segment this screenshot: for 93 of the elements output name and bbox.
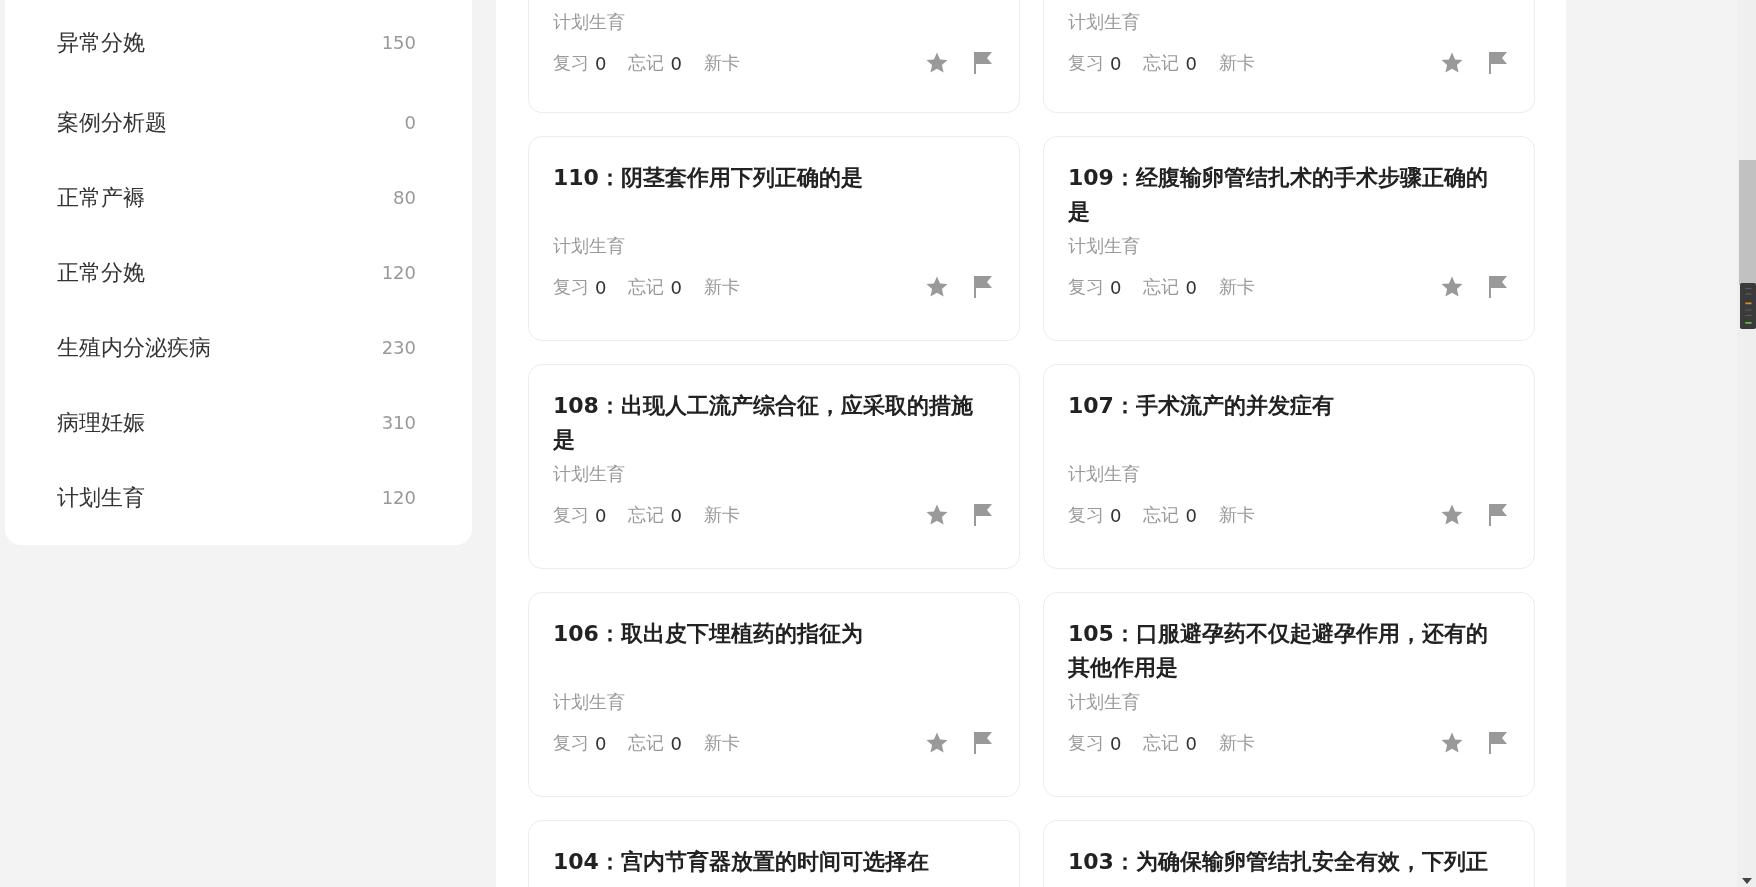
question-card[interactable]: 106：取出皮下埋植药的指征为 计划生育 复习 0 忘记 0 新卡 [528,592,1020,797]
meter-widget-icon[interactable] [1740,280,1756,332]
scroll-down-icon[interactable] [1742,878,1752,884]
stat-count: 0 [1185,732,1197,754]
stat-label: 新卡 [1218,731,1255,755]
stat-label: 新卡 [703,503,740,527]
stat-label: 复习 [553,51,589,75]
category-item[interactable]: 案例分析题 0 [57,85,416,160]
stat-count: 0 [1110,732,1122,754]
flag-icon[interactable] [971,275,995,299]
stat-label: 新卡 [703,275,740,299]
stat-label: 新卡 [703,51,740,75]
question-card[interactable]: 108：出现人工流产综合征，应采取的措施是 计划生育 复习 0 忘记 0 新卡 [528,364,1020,569]
stat-label: 忘记 [1143,51,1180,75]
stat-label: 新卡 [1218,275,1255,299]
question-subject: 计划生育 [553,462,625,486]
question-subject: 计划生育 [1068,690,1140,714]
stat-count: 0 [1185,52,1197,74]
stat-count: 0 [670,732,682,754]
stat-label: 复习 [553,731,589,755]
stat-label: 复习 [1068,731,1104,755]
stat-label: 复习 [1068,51,1104,75]
stat-label: 新卡 [1218,503,1255,527]
star-icon[interactable] [1440,51,1464,75]
stat-label: 复习 [1068,275,1104,299]
stat-count: 0 [670,52,682,74]
question-subject: 计划生育 [1068,234,1140,258]
question-card[interactable]: 105：口服避孕药不仅起避孕作用，还有的其他作用是 计划生育 复习 0 忘记 0 新卡 [1043,592,1535,797]
stat-label: 新卡 [703,731,740,755]
question-card[interactable]: 104：宫内节育器放置的时间可选择在 [528,820,1020,887]
star-icon[interactable] [925,275,949,299]
scrollbar-thumb[interactable] [1739,160,1756,285]
question-card[interactable]: 计划生育 复习 0 忘记 0 新卡 [528,0,1020,113]
flag-icon[interactable] [1486,275,1510,299]
category-item[interactable]: 病理妊娠 310 [57,385,416,460]
stat-label: 复习 [553,275,589,299]
category-item[interactable]: 正常分娩 120 [57,235,416,310]
star-icon[interactable] [925,51,949,75]
question-title: 103：为确保输卵管结扎安全有效，下列正 [1068,848,1489,876]
stat-label: 忘记 [628,503,665,527]
flag-icon[interactable] [1486,503,1510,527]
stat-label: 忘记 [1143,275,1180,299]
stat-count: 0 [595,276,607,298]
question-title: 106：取出皮下埋植药的指征为 [553,620,864,648]
question-subject: 计划生育 [1068,10,1140,34]
stat-label: 忘记 [1143,731,1180,755]
question-subject: 计划生育 [1068,462,1140,486]
stat-count: 0 [670,276,682,298]
question-title: 110：阴茎套作用下列正确的是 [553,164,864,192]
stat-count: 0 [595,732,607,754]
flag-icon[interactable] [1486,51,1510,75]
question-card[interactable]: 107：手术流产的并发症有 计划生育 复习 0 忘记 0 新卡 [1043,364,1535,569]
stat-count: 0 [1185,504,1197,526]
star-icon[interactable] [1440,275,1464,299]
question-title: 105：口服避孕药不仅起避孕作用，还有的其他作用是 [1068,620,1489,682]
category-item[interactable]: 异常分娩 150 [57,0,416,85]
stat-count: 0 [670,504,682,526]
question-subject: 计划生育 [553,690,625,714]
question-title: 104：宫内节育器放置的时间可选择在 [553,848,930,876]
flag-icon[interactable] [971,51,995,75]
stat-count: 0 [1110,276,1122,298]
question-title: 109：经腹输卵管结扎术的手术步骤正确的是 [1068,164,1489,226]
question-card[interactable]: 109：经腹输卵管结扎术的手术步骤正确的是 计划生育 复习 0 忘记 0 新卡 [1043,136,1535,341]
category-item[interactable]: 生殖内分泌疾病 230 [57,310,416,385]
stat-count: 0 [595,52,607,74]
star-icon[interactable] [925,731,949,755]
question-card[interactable]: 103：为确保输卵管结扎安全有效，下列正 [1043,820,1535,887]
stat-label: 忘记 [628,731,665,755]
stat-label: 忘记 [628,275,665,299]
stat-count: 0 [1110,504,1122,526]
star-icon[interactable] [925,503,949,527]
category-item[interactable]: 计划生育 120 [57,460,416,535]
question-subject: 计划生育 [553,234,625,258]
category-item[interactable]: 正常产褥 80 [57,160,416,235]
question-card[interactable]: 110：阴茎套作用下列正确的是 计划生育 复习 0 忘记 0 新卡 [528,136,1020,341]
stat-label: 新卡 [1218,51,1255,75]
stat-label: 复习 [553,503,589,527]
stat-count: 0 [595,504,607,526]
flag-icon[interactable] [1486,731,1510,755]
stat-label: 忘记 [1143,503,1180,527]
flag-icon[interactable] [971,503,995,527]
scrollbar[interactable] [1737,0,1756,887]
flag-icon[interactable] [971,731,995,755]
star-icon[interactable] [1440,503,1464,527]
question-card[interactable]: 计划生育 复习 0 忘记 0 新卡 [1043,0,1535,113]
question-title: 108：出现人工流产综合征，应采取的措施是 [553,392,974,454]
star-icon[interactable] [1440,731,1464,755]
stat-label: 复习 [1068,503,1104,527]
stat-count: 0 [1185,276,1197,298]
stat-count: 0 [1110,52,1122,74]
question-title: 107：手术流产的并发症有 [1068,392,1335,420]
stat-label: 忘记 [628,51,665,75]
question-subject: 计划生育 [553,10,625,34]
